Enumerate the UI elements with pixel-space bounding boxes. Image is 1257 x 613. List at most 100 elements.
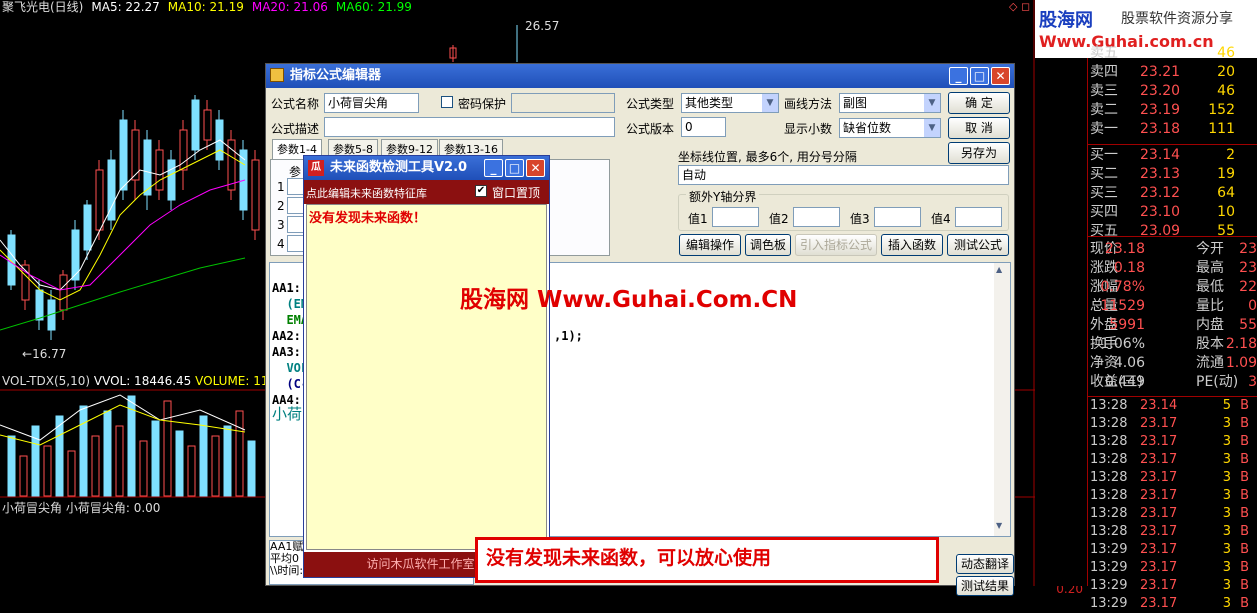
trade-row: 13:29 23.17 3 B [1088, 595, 1257, 613]
y2-input[interactable] [793, 207, 840, 227]
logo-name: 股海网 [1039, 10, 1093, 31]
trade-side: B [1240, 542, 1249, 557]
quote-value: 23 [1239, 260, 1257, 276]
quote-value: 0.78% [1100, 279, 1145, 295]
pin-label: 窗口置顶 [492, 186, 541, 200]
order-book-volume: 152 [1208, 102, 1235, 118]
maximize-icon[interactable]: □ [970, 67, 989, 85]
chart-corner-icons[interactable]: ◇ ◻ [1009, 0, 1030, 13]
volume-bars-group [7, 395, 256, 497]
edit-ops-button[interactable]: 编辑操作 [679, 234, 741, 256]
cancel-button[interactable]: 取 消 [948, 117, 1010, 139]
order-book-label: 买三 [1090, 185, 1118, 201]
order-book-row: 卖三 23.20 46 [1088, 82, 1257, 100]
tool-result-area: 没有发现未来函数！ [306, 204, 547, 550]
trade-time: 13:28 [1090, 416, 1128, 431]
quote-value: 4.06 [1113, 355, 1145, 371]
password-checkbox[interactable] [441, 96, 453, 108]
quote-label: 最高 [1196, 260, 1224, 276]
version-input[interactable]: 0 [681, 117, 726, 137]
code-line-tail: ,1); [554, 329, 583, 343]
order-book-label: 买二 [1090, 166, 1118, 182]
import-formula-button[interactable]: 引入指标公式 [795, 234, 877, 256]
order-book-volume: 10 [1217, 204, 1235, 220]
code-scrollbar[interactable]: ▲ ▼ [994, 263, 1010, 536]
quote-value: 1.09 [1225, 355, 1257, 371]
y4-input[interactable] [955, 207, 1002, 227]
order-book-row: 买二 23.13 19 [1088, 165, 1257, 183]
order-book-volume: 46 [1217, 83, 1235, 99]
close-icon[interactable]: ✕ [526, 159, 545, 177]
minimize-icon[interactable]: _ [949, 67, 968, 85]
close-icon[interactable]: ✕ [991, 67, 1010, 85]
trade-side: B [1240, 488, 1249, 503]
test-formula-button[interactable]: 测试公式 [947, 234, 1009, 256]
trade-time: 13:29 [1090, 542, 1128, 557]
trade-price: 23.17 [1140, 560, 1178, 575]
dynamic-translate-button[interactable]: 动态翻译 [956, 554, 1014, 574]
candle-body [155, 149, 164, 191]
param-row-label: 4 [277, 237, 285, 251]
coord-input[interactable]: 自动 [678, 165, 1009, 185]
order-book-volume: 19 [1217, 166, 1235, 182]
quote-value: 0.449 [1104, 374, 1145, 390]
volume-bar [43, 445, 52, 497]
volume-bar [223, 425, 232, 497]
ok-button[interactable]: 确 定 [948, 92, 1010, 114]
type-select[interactable]: 其他类型 ▼ [681, 93, 779, 113]
trade-price: 23.17 [1140, 578, 1178, 593]
insert-function-button[interactable]: 插入函数 [881, 234, 943, 256]
edit-library-link[interactable]: 点此编辑未来函数特征库 [306, 185, 427, 201]
order-book-price: 23.18 [1140, 121, 1181, 137]
y3-input[interactable] [874, 207, 921, 227]
pin-checkbox[interactable]: ✔ [475, 185, 487, 197]
trade-side: B [1240, 452, 1249, 467]
chevron-down-icon: ▼ [924, 94, 940, 112]
formula-name-input[interactable]: 小荷冒尖角 [324, 93, 419, 113]
quote-row: 涨跌 0.18 最高 23 [1088, 259, 1257, 277]
trade-volume: 3 [1222, 470, 1231, 485]
order-book-price: 23.12 [1140, 185, 1181, 201]
trade-volume: 3 [1222, 524, 1231, 539]
order-book-price: 23.20 [1140, 83, 1181, 99]
formula-desc-input[interactable] [324, 117, 615, 137]
trade-time: 13:28 [1090, 452, 1128, 467]
trade-volume: 3 [1222, 452, 1231, 467]
yaxis-label: 额外Y轴分界 [686, 188, 760, 205]
decimals-select[interactable]: 缺省位数 ▼ [839, 118, 941, 138]
trade-side: B [1240, 524, 1249, 539]
candle-body [35, 289, 44, 321]
trade-row: 13:29 23.17 3 B [1088, 559, 1257, 577]
trade-time: 13:29 [1090, 578, 1128, 593]
quote-value: 2.18 [1225, 336, 1257, 352]
volume-bar [103, 410, 112, 497]
volume-bar [127, 395, 136, 497]
y1-input[interactable] [712, 207, 759, 227]
code-line: 小荷 [272, 405, 303, 423]
minimize-icon[interactable]: _ [484, 159, 503, 177]
trade-row: 13:28 23.17 3 B [1088, 505, 1257, 523]
quote-value: 22 [1239, 279, 1257, 295]
test-result-button[interactable]: 测试结果 [956, 576, 1014, 596]
trade-price: 23.17 [1140, 488, 1178, 503]
editor-titlebar[interactable]: 指标公式编辑器 _ □ ✕ [266, 64, 1014, 88]
draw-select[interactable]: 副图 ▼ [839, 93, 941, 113]
quote-row: 收益(三) 0.449 PE(动) 3 [1088, 373, 1257, 391]
watermark-text: 股海网 Www.Guhai.Com.CN [460, 287, 798, 313]
palette-button[interactable]: 调色板 [745, 234, 791, 256]
order-book-price: 23.19 [1140, 102, 1181, 118]
maximize-icon[interactable]: □ [505, 159, 524, 177]
trade-volume: 3 [1222, 578, 1231, 593]
trade-price: 23.17 [1140, 596, 1178, 611]
order-book-volume: 111 [1208, 121, 1235, 137]
candle-body [59, 274, 68, 311]
tool-titlebar[interactable]: 瓜 未来函数检测工具V2.0 _ □ ✕ [304, 156, 549, 180]
quote-value: 1.06% [1100, 336, 1145, 352]
candle-body [143, 139, 152, 196]
password-input[interactable] [511, 93, 615, 113]
tool-toolbar: 点此编辑未来函数特征库 ✔ 窗口置顶 [304, 180, 549, 204]
name-label: 公式名称 [271, 97, 320, 111]
save-as-button[interactable]: 另存为 [948, 142, 1010, 164]
trade-price: 23.17 [1140, 524, 1178, 539]
order-book-label: 买四 [1090, 204, 1118, 220]
